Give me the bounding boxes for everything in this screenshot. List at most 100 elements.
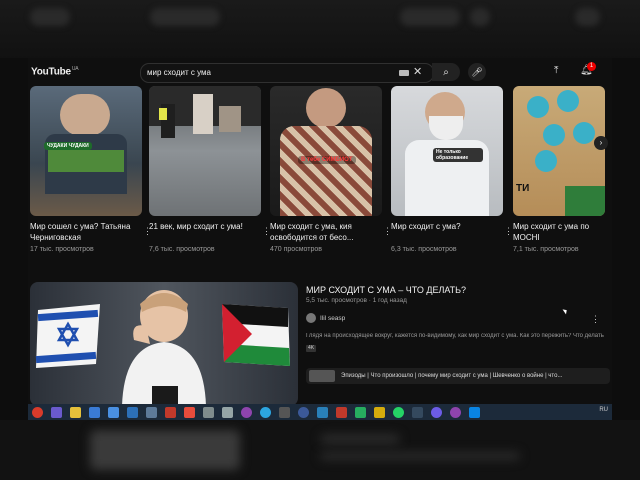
blurred-shape bbox=[400, 8, 460, 26]
app-icon[interactable] bbox=[412, 406, 423, 418]
more-vert-icon[interactable]: ⋮ bbox=[504, 226, 513, 237]
top-bar: YouTubeUA мир сходит с ума ✕ ⌕ 🎤︎ ⤒ 🔔︎ 1 bbox=[28, 58, 612, 86]
youtube-logo[interactable]: YouTubeUA bbox=[31, 66, 79, 77]
plaid-shirt-shape bbox=[280, 126, 372, 216]
green-panel-shape bbox=[48, 150, 124, 172]
chapter-text: Эпизоды | Что произошло | почему мир схо… bbox=[341, 373, 563, 379]
blurred-shape bbox=[575, 8, 600, 26]
telegram-icon[interactable] bbox=[260, 406, 271, 418]
short-views: 7,1 тыс. просмотров bbox=[513, 246, 579, 253]
mochi-shape bbox=[527, 96, 549, 118]
search-button[interactable]: ⌕ bbox=[432, 63, 460, 81]
thumbnail-caption: В тебе СИМБИОТ bbox=[298, 156, 356, 164]
keyboard-icon[interactable] bbox=[399, 70, 409, 76]
short-title[interactable]: Мир сходит с ума? bbox=[391, 221, 503, 243]
app-icon[interactable] bbox=[203, 406, 214, 418]
tray-language[interactable]: RU bbox=[599, 407, 608, 413]
short-thumbnail[interactable]: Не только образование bbox=[391, 86, 503, 216]
search-box[interactable]: мир сходит с ума ✕ bbox=[140, 63, 434, 83]
palestine-flag-shape bbox=[222, 304, 290, 366]
short-thumbnail[interactable]: ЧУДАКИ ЧУДАКИ bbox=[30, 86, 142, 216]
short-title[interactable]: 21 век, мир сходит с ума! bbox=[149, 221, 261, 243]
close-icon[interactable]: ✕ bbox=[413, 65, 422, 78]
thumbnail-illustration bbox=[35, 290, 290, 406]
app-icon[interactable] bbox=[355, 406, 366, 418]
app-icon[interactable] bbox=[336, 406, 347, 418]
blurred-top-border bbox=[0, 0, 640, 58]
person-shape bbox=[122, 290, 206, 406]
shorts-shelf: ЧУДАКИ ЧУДАКИ Мир сошел с ума? Татьяна Ч… bbox=[28, 86, 612, 261]
short-card[interactable]: Не только образование Мир сходит с ума? … bbox=[391, 86, 513, 253]
search-icon: ⌕ bbox=[443, 66, 449, 78]
mochi-shape bbox=[557, 90, 579, 112]
short-views: 6,3 тыс. просмотров bbox=[391, 246, 457, 253]
taskbar: RU bbox=[28, 404, 612, 420]
more-vert-icon[interactable]: ⋮ bbox=[591, 314, 600, 325]
avatar[interactable] bbox=[306, 313, 316, 323]
blurred-shape bbox=[150, 8, 220, 26]
short-title[interactable]: Мир сходит с ума по МОСНІ bbox=[513, 221, 605, 243]
search-input[interactable]: мир сходит с ума bbox=[147, 68, 211, 77]
channel-name[interactable]: Ilil seasp bbox=[320, 315, 345, 322]
video-meta: 5,5 тыс. просмотров · 1 год назад bbox=[306, 297, 407, 304]
video-title[interactable]: МИР СХОДИТ С УМА – ЧТО ДЕЛАТЬ? bbox=[306, 285, 466, 295]
leaf-shape bbox=[565, 186, 605, 216]
mochi-shape bbox=[535, 150, 557, 172]
short-title[interactable]: Мир сошел с ума? Татьяна Черниговская bbox=[30, 221, 142, 243]
short-card[interactable]: В тебе СИМБИОТ Мир сходит с ума, кия осв… bbox=[270, 86, 392, 253]
app-icon[interactable] bbox=[431, 406, 442, 418]
app-icon[interactable] bbox=[146, 406, 157, 418]
app-icon[interactable] bbox=[127, 406, 138, 418]
channel-link[interactable]: Ilil seasp bbox=[306, 313, 345, 323]
app-icon[interactable] bbox=[279, 406, 290, 418]
microphone-icon: 🎤︎ bbox=[471, 66, 483, 77]
short-views: 470 просмотров bbox=[270, 246, 322, 253]
app-icon[interactable] bbox=[298, 406, 309, 418]
mail-icon[interactable] bbox=[51, 406, 62, 418]
short-card[interactable]: ТИ Мир сходит с ума по МОСНІ 7,1 тыс. пр… bbox=[513, 86, 605, 253]
app-icon[interactable] bbox=[317, 406, 328, 418]
app-icon[interactable] bbox=[374, 406, 385, 418]
app-icon[interactable] bbox=[184, 406, 195, 418]
chevron-right-icon[interactable]: › bbox=[594, 136, 608, 150]
short-thumbnail[interactable] bbox=[149, 86, 261, 216]
youtube-screen: YouTubeUA мир сходит с ума ✕ ⌕ 🎤︎ ⤒ 🔔︎ 1… bbox=[28, 58, 612, 420]
short-card[interactable]: ЧУДАКИ ЧУДАКИ Мир сошел с ума? Татьяна Ч… bbox=[30, 86, 152, 253]
blurred-shape bbox=[470, 8, 490, 26]
beard-shape bbox=[429, 116, 463, 140]
short-thumbnail[interactable]: В тебе СИМБИОТ bbox=[270, 86, 382, 216]
mochi-shape bbox=[573, 122, 595, 144]
whatsapp-icon[interactable] bbox=[393, 406, 404, 418]
yellow-bag-shape bbox=[159, 108, 167, 120]
chapter-preview[interactable]: Эпизоды | Что произошло | почему мир схо… bbox=[306, 368, 610, 384]
blurred-shape bbox=[320, 434, 400, 444]
voice-search-button[interactable]: 🎤︎ bbox=[468, 63, 486, 81]
blurred-shape bbox=[320, 452, 520, 460]
short-card[interactable]: 21 век, мир сходит с ума! 7,6 тыс. просм… bbox=[149, 86, 271, 253]
app-icon[interactable] bbox=[108, 406, 119, 418]
quality-badge: 4K bbox=[306, 345, 316, 352]
app-icon[interactable] bbox=[222, 406, 233, 418]
app-icon[interactable] bbox=[89, 406, 100, 418]
short-views: 7,6 тыс. просмотров bbox=[149, 246, 215, 253]
mochi-shape bbox=[543, 124, 565, 146]
video-result[interactable]: МИР СХОДИТ С УМА – ЧТО ДЕЛАТЬ? 5,5 тыс. … bbox=[28, 282, 612, 408]
app-icon[interactable] bbox=[469, 406, 480, 418]
person-leg-shape bbox=[219, 106, 241, 132]
short-title[interactable]: Мир сходит с ума, кия освободится от бес… bbox=[270, 221, 382, 243]
israel-flag-shape bbox=[35, 304, 100, 368]
folder-icon[interactable] bbox=[70, 406, 81, 418]
blurred-shape bbox=[30, 8, 70, 26]
app-icon[interactable] bbox=[165, 406, 176, 418]
opera-icon[interactable] bbox=[32, 406, 43, 418]
blurred-shape bbox=[90, 430, 240, 470]
thumbnail-caption: ТИ bbox=[516, 183, 530, 194]
chapter-thumbnail bbox=[309, 370, 335, 382]
video-thumbnail[interactable] bbox=[30, 282, 298, 406]
thumbnail-caption: Не только образование bbox=[433, 148, 483, 162]
upload-icon[interactable]: ⤒ bbox=[554, 65, 558, 76]
short-thumbnail[interactable]: ТИ bbox=[513, 86, 605, 216]
app-icon[interactable] bbox=[450, 406, 461, 418]
viber-icon[interactable] bbox=[241, 406, 252, 418]
region-code: UA bbox=[71, 66, 79, 72]
